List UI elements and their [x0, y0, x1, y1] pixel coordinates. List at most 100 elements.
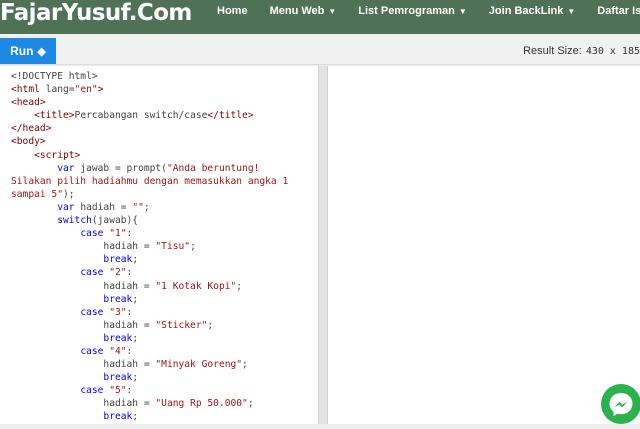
code-token: hadiah = [74, 201, 133, 213]
code-line: <head> [11, 96, 318, 109]
code-token: ; [132, 254, 139, 266]
code-token: : [126, 228, 133, 240]
run-button-label: Run [10, 44, 34, 58]
code-line: <html lang="en"> [11, 83, 318, 96]
code-token: "" [132, 201, 144, 213]
caret-down-icon: ▼ [567, 6, 576, 16]
code-token: <script> [34, 149, 81, 161]
result-pane[interactable] [327, 66, 640, 424]
code-line: hadiah = "Tisu"; [11, 240, 318, 253]
code-line: Silakan pilih hadiahmu dengan memasukkan… [11, 175, 318, 188]
code-token: "4" [109, 345, 127, 357]
code-token: "Anda beruntung! [166, 162, 260, 174]
code-token: case [80, 267, 104, 279]
code-token: hadiah = [11, 359, 156, 371]
nav-item-daftar-isi[interactable]: Daftar Isi [597, 5, 640, 17]
code-token: Percabangan switch/case [74, 110, 208, 122]
nav-item-home[interactable]: Home [217, 5, 248, 17]
code-token: hadiah = [11, 319, 156, 331]
nav-item-join-backlink[interactable]: Join BackLink ▼ [489, 5, 576, 17]
code-line: <body> [11, 135, 318, 148]
code-line: break; [11, 332, 318, 345]
nav-item-label: Daftar Isi [597, 5, 640, 17]
code-token: <title> [34, 110, 75, 122]
pane-resize-handle[interactable] [319, 66, 327, 424]
main-menu: Home Menu Web ▼ List Pemrograman ▼ Join BackL… [217, 0, 640, 22]
code-token: ; [236, 280, 243, 292]
code-token: ; [242, 359, 248, 371]
code-line: hadiah = "Minyak Goreng"; [11, 358, 318, 371]
code-token: ; [132, 332, 139, 344]
nav-item-label: Join BackLink [488, 5, 564, 17]
code-token: : [126, 267, 133, 279]
code-line: switch(jawab){ [11, 214, 318, 227]
code-token: <head> [11, 97, 46, 109]
code-token: break [103, 254, 133, 266]
code-line: var jawab = prompt("Anda beruntung! [11, 162, 318, 175]
code-token: hadiah = [11, 241, 156, 253]
code-token: "2" [109, 267, 127, 279]
code-content[interactable]: <!DOCTYPE html> <html lang="en"> <head> <t… [0, 66, 318, 424]
code-token: ; [143, 201, 150, 213]
code-line: hadiah = "Uang Rp 50.000"; [11, 397, 318, 410]
code-line: case "5": [11, 384, 318, 397]
code-token: break [103, 332, 133, 344]
code-token: "5" [109, 385, 127, 397]
code-line: break; [11, 293, 318, 306]
code-token: case [80, 306, 104, 318]
nav-item-label: Menu Web [269, 5, 325, 17]
code-token: ); [62, 188, 75, 200]
code-token: </head> [11, 123, 52, 135]
code-token: hadiah = [11, 280, 156, 292]
code-line: <script> [11, 149, 318, 162]
code-token: break [103, 293, 133, 305]
code-token: "en" [74, 84, 98, 96]
result-size-readout: Result Size: 430 x 185 [523, 43, 640, 59]
code-token: Silakan pilih hadiahmu dengan memasukkan… [11, 175, 289, 187]
code-token: > [97, 84, 104, 96]
code-token: <html [11, 84, 40, 96]
code-line: sampai 5"); [11, 188, 318, 201]
code-token: "1 Kotak Kopi" [155, 280, 237, 292]
messenger-icon[interactable] [601, 384, 640, 424]
code-token: ; [132, 293, 139, 305]
code-token: </title> [207, 110, 254, 122]
code-token: "Minyak Goreng" [155, 359, 243, 371]
code-line: var hadiah = ""; [11, 201, 318, 214]
caret-down-icon: ▼ [458, 6, 467, 16]
code-line: break; [11, 253, 318, 266]
site-logo[interactable]: FajarYusuf.Com [0, 0, 192, 28]
code-token: ; [190, 241, 196, 253]
code-token: : [126, 345, 133, 357]
result-size-value: 430 x 185 [585, 46, 640, 57]
nav-item-menu-web[interactable]: Menu Web ▼ [270, 5, 337, 17]
nav-item-list-pemrograman[interactable]: List Pemrograman ▼ [358, 5, 467, 17]
code-token: : [126, 385, 133, 397]
run-button[interactable]: Run ◆ [0, 38, 56, 64]
code-line: case "2": [11, 266, 318, 279]
code-token: "3" [109, 306, 127, 318]
code-token: <body> [11, 136, 46, 148]
code-line: case "3": [11, 306, 318, 319]
code-line: hadiah = "1 Kotak Kopi"; [11, 280, 318, 293]
code-editor[interactable]: <!DOCTYPE html> <html lang="en"> <head> <t… [0, 66, 319, 424]
nav-item-label: Home [217, 5, 248, 17]
code-line: </head> [11, 122, 318, 135]
code-token: ; [207, 319, 214, 331]
code-line: break; [11, 371, 318, 384]
code-token: lang= [39, 84, 75, 96]
caret-down-icon: ▼ [328, 6, 337, 16]
code-token: jawab = prompt( [74, 162, 167, 174]
code-token: sampai 5" [11, 188, 63, 200]
